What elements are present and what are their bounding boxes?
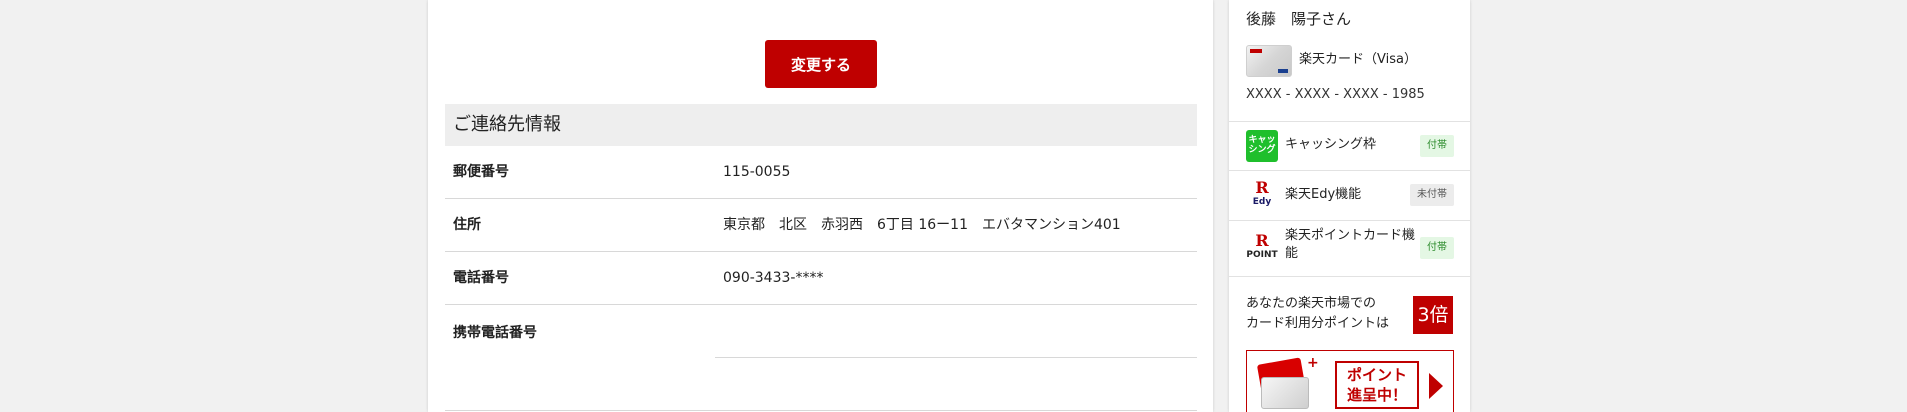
phone-value: 090-3433-****: [723, 270, 824, 286]
credit-card-icon: [1246, 45, 1292, 77]
mobile-phone-label: 携帯電話番号: [453, 325, 537, 341]
user-name: 後藤 陽子さん: [1246, 10, 1352, 28]
feature-edy: R Edy 楽天Edy機能 未付帯: [1229, 171, 1470, 220]
feature-label: 楽天ポイントカード機能: [1285, 228, 1416, 261]
points-promo-banner[interactable]: + ポイント 進呈中！: [1246, 350, 1454, 412]
status-badge: 付帯: [1420, 237, 1454, 259]
rakuten-edy-icon: R Edy: [1246, 179, 1278, 211]
postal-code-value: 115-0055: [723, 164, 791, 180]
row-divider: [715, 357, 1197, 358]
card-image-icon: [1261, 377, 1309, 409]
mobile-phone-row: 携帯電話番号: [445, 305, 1197, 358]
row-divider: [445, 410, 1197, 411]
address-value: 東京都 北区 赤羽西 6丁目 16ー11 エバタマンション401: [723, 217, 1121, 233]
contact-section-title: ご連絡先情報: [445, 104, 1197, 146]
address-row: 住所 東京都 北区 赤羽西 6丁目 16ー11 エバタマンション401: [445, 199, 1197, 252]
status-badge: 未付帯: [1410, 184, 1454, 206]
points-multiplier-badge: 3倍: [1413, 296, 1453, 334]
main-panel: 変更する ご連絡先情報 郵便番号 115-0055 住所 東京都 北区 赤羽西 …: [428, 0, 1213, 412]
feature-point-card: R POINT 楽天ポイントカード機能 付帯: [1229, 221, 1470, 276]
arrow-right-icon: [1429, 373, 1443, 399]
phone-row: 電話番号 090-3433-****: [445, 252, 1197, 305]
promo-text: ポイント 進呈中！: [1335, 361, 1419, 409]
feature-label: 楽天Edy機能: [1285, 187, 1362, 202]
postal-code-label: 郵便番号: [453, 164, 509, 180]
phone-label: 電話番号: [453, 270, 509, 286]
feature-label: キャッシング枠: [1285, 137, 1377, 152]
card-sidebar: 後藤 陽子さん 楽天カード（Visa） XXXX - XXXX - XXXX -…: [1229, 0, 1470, 412]
points-description: あなたの楽天市場での カード利用分ポイントは: [1246, 296, 1390, 331]
point-icon-text: POINT: [1246, 250, 1278, 260]
feature-cashing: キャッ シング キャッシング枠 付帯: [1229, 122, 1470, 170]
card-number: XXXX - XXXX - XXXX - 1985: [1246, 87, 1425, 102]
postal-code-row: 郵便番号 115-0055: [445, 146, 1197, 199]
rakuten-point-icon: R POINT: [1246, 231, 1278, 261]
status-badge: 付帯: [1420, 135, 1454, 157]
card-name: 楽天カード（Visa）: [1299, 52, 1417, 67]
edy-icon-text: Edy: [1252, 197, 1272, 207]
divider: [1229, 276, 1470, 277]
plus-icon: +: [1307, 355, 1319, 371]
change-button[interactable]: 変更する: [765, 40, 877, 88]
address-label: 住所: [453, 217, 481, 233]
cashing-icon: キャッ シング: [1246, 130, 1278, 162]
